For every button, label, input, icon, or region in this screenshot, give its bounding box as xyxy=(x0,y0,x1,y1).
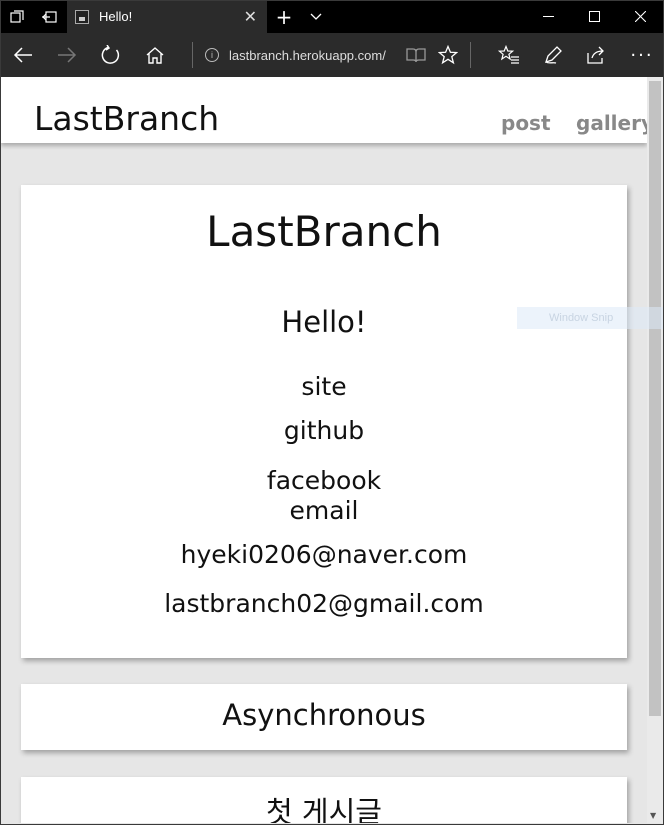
share-icon[interactable] xyxy=(583,33,609,77)
post-card[interactable]: Asynchronous xyxy=(21,684,627,750)
tab-active[interactable]: Hello! ✕ xyxy=(67,0,267,33)
nav-link-gallery[interactable]: gallery xyxy=(576,111,647,135)
home-icon[interactable] xyxy=(142,33,168,77)
email-address-2[interactable]: lastbranch02@gmail.com xyxy=(21,589,627,618)
maximize-icon[interactable] xyxy=(579,0,609,33)
more-icon[interactable]: ··· xyxy=(627,33,657,77)
scrollbar-thumb[interactable] xyxy=(649,81,661,716)
favorite-icon[interactable] xyxy=(436,33,460,77)
toolbar-divider-2 xyxy=(470,42,471,68)
email-label: email xyxy=(289,496,359,525)
site-favicon-icon xyxy=(75,9,89,24)
toolbar-divider xyxy=(192,42,193,68)
web-note-icon[interactable] xyxy=(540,33,566,77)
minimize-icon[interactable] xyxy=(533,0,563,33)
post-title: Asynchronous xyxy=(222,698,426,732)
github-link[interactable]: github xyxy=(21,416,627,445)
browser-toolbar: i lastbranch.herokuapp.com/ ··· xyxy=(0,33,664,77)
address-bar[interactable]: i lastbranch.herokuapp.com/ xyxy=(205,33,386,77)
site-header: LastBranch post gallery xyxy=(1,77,647,143)
forward-icon[interactable] xyxy=(54,33,80,77)
set-aside-tabs-icon[interactable] xyxy=(38,0,60,33)
back-icon[interactable] xyxy=(10,33,36,77)
profile-title: LastBranch xyxy=(206,207,442,256)
reading-view-icon[interactable] xyxy=(404,33,428,77)
page-viewport: LastBranch post gallery LastBranch Hello… xyxy=(1,77,647,823)
tab-title: Hello! xyxy=(99,9,133,24)
post-card[interactable]: 첫 게시글 xyxy=(21,777,627,823)
tab-close-icon[interactable]: ✕ xyxy=(244,0,257,33)
scroll-down-arrow-icon[interactable]: ▼ xyxy=(650,811,656,820)
address-text: lastbranch.herokuapp.com/ xyxy=(229,47,386,63)
tab-manager-icon[interactable] xyxy=(6,0,28,33)
site-brand[interactable]: LastBranch xyxy=(34,99,219,138)
title-bar: Hello! ✕ + xyxy=(0,0,664,33)
post-title: 첫 게시글 xyxy=(266,795,382,823)
new-tab-icon[interactable]: + xyxy=(273,0,295,33)
site-link[interactable]: site xyxy=(21,372,627,401)
favorites-hub-icon[interactable] xyxy=(496,33,522,77)
nav-link-post[interactable]: post xyxy=(501,111,551,135)
refresh-icon[interactable] xyxy=(98,33,124,77)
page-scrollbar[interactable]: ▼ xyxy=(647,77,663,823)
facebook-link[interactable]: facebook xyxy=(21,466,627,495)
profile-card: LastBranch Hello! site github facebook e… xyxy=(21,185,627,658)
tab-list-icon[interactable] xyxy=(305,0,327,33)
email-address-1[interactable]: hyeki0206@naver.com xyxy=(21,540,627,569)
window-snip-tooltip: Window Snip xyxy=(517,307,664,329)
window-close-icon[interactable] xyxy=(625,0,655,33)
info-icon[interactable]: i xyxy=(205,48,219,62)
